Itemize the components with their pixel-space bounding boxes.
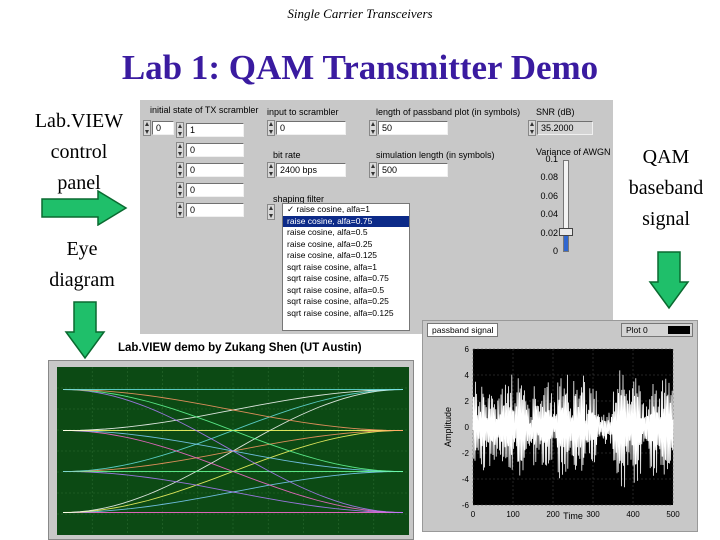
scrambler-bit-spinner[interactable] (176, 142, 184, 158)
control-panel-label: Lab.VIEW control panel (24, 106, 134, 199)
simulation-length-spinner[interactable] (369, 162, 377, 178)
shaping-filter-option[interactable]: sqrt raise cosine, alfa=1 (283, 262, 409, 274)
shaping-filter-spinner[interactable] (267, 204, 275, 220)
slide-header: Single Carrier Transceivers (287, 6, 433, 21)
plot-legend-label: Plot 0 (626, 325, 648, 335)
input-scrambler-field[interactable]: 0 (276, 121, 346, 135)
shaping-filter-option[interactable]: sqrt raise cosine, alfa=0.75 (283, 273, 409, 285)
variance-tick: 0.1 (545, 154, 558, 164)
x-tick-label: 300 (586, 510, 600, 519)
variance-tick: 0.08 (540, 172, 558, 183)
scrambler-bit-field[interactable]: 0 (186, 143, 244, 157)
input-scrambler-label: input to scrambler (267, 107, 339, 117)
eye-diagram (48, 360, 414, 540)
control-panel-label-line: control (50, 141, 108, 163)
shaping-filter-option[interactable]: raise cosine, alfa=0.25 (283, 239, 409, 251)
qam-signal-label-line: baseband (628, 177, 704, 199)
bit-rate-spinner[interactable] (267, 162, 275, 178)
passband-length-spinner[interactable] (369, 120, 377, 136)
scrambler-state-label: initial state of TX scrambler (150, 105, 259, 115)
arrow-down-icon (64, 301, 106, 360)
shaping-filter-option[interactable]: ✓ raise cosine, alfa=1 (283, 204, 409, 216)
snr-label: SNR (dB) (536, 107, 575, 117)
eye-diagram-label-line: Eye (66, 238, 98, 260)
passband-length-field[interactable]: 50 (378, 121, 448, 135)
scrambler-bit-field[interactable]: 0 (186, 183, 244, 197)
plot-legend-swatch (668, 326, 690, 334)
variance-tick: 0 (552, 246, 558, 256)
arrow-right-icon (41, 190, 128, 226)
snr-field[interactable]: 35.2000 (537, 121, 593, 135)
y-tick-label: -6 (462, 501, 470, 510)
plot-legend[interactable]: Plot 0 (621, 323, 693, 337)
variance-tick: 0.04 (540, 209, 558, 220)
bit-rate-label: bit rate (273, 150, 301, 160)
shaping-filter-option[interactable]: raise cosine, alfa=0.125 (283, 250, 409, 262)
input-scrambler-spinner[interactable] (267, 120, 275, 136)
shaping-filter-option[interactable]: sqrt raise cosine, alfa=0.125 (283, 308, 409, 320)
shaping-filter-dropdown[interactable]: ✓ raise cosine, alfa=1 raise cosine, alfa… (282, 203, 410, 331)
variance-tick: 0.02 (540, 227, 558, 238)
control-panel-label-line: Lab.VIEW (34, 110, 124, 132)
y-tick-label: 2 (465, 397, 470, 406)
passband-plot-canvas: 6 4 2 0 -2 -4 -6 0 100 200 300 400 500 Time Amplitu… (443, 345, 680, 521)
x-tick-label: 0 (471, 510, 476, 519)
variance-tick: 0.06 (540, 190, 558, 201)
shaping-filter-option[interactable]: raise cosine, alfa=0.5 (283, 227, 409, 239)
x-axis-label: Time (563, 511, 583, 521)
passband-length-label: length of passband plot (in symbols) (376, 107, 521, 117)
y-tick-label: 0 (465, 423, 470, 432)
x-tick-label: 500 (666, 510, 680, 519)
variance-slider-handle[interactable] (559, 227, 573, 236)
shaping-filter-option[interactable]: sqrt raise cosine, alfa=0.5 (283, 285, 409, 297)
scrambler-bit-spinner[interactable] (176, 162, 184, 178)
scrambler-bit-spinner[interactable] (176, 202, 184, 218)
eye-diagram-canvas (57, 367, 409, 535)
qam-signal-label-line: signal (642, 208, 690, 230)
scrambler-bit-field[interactable]: 0 (186, 203, 244, 217)
scrambler-bit-field[interactable]: 0 (186, 163, 244, 177)
labview-control-panel: initial state of TX scrambler 0 1 0 0 0 … (140, 100, 613, 334)
shaping-filter-option[interactable]: sqrt raise cosine, alfa=0.25 (283, 296, 409, 308)
y-tick-label: -4 (462, 475, 470, 484)
eye-diagram-label: Eye diagram (32, 234, 132, 296)
y-axis-label: Amplitude (443, 407, 453, 447)
scrambler-bit-spinner[interactable] (176, 182, 184, 198)
x-tick-label: 100 (506, 510, 520, 519)
y-tick-label: 4 (465, 371, 470, 380)
shaping-filter-option[interactable]: raise cosine, alfa=0.75 (283, 215, 409, 227)
scrambler-bit-spinner[interactable] (176, 122, 184, 138)
y-tick-label: -2 (462, 449, 470, 458)
passband-plot-title: passband signal (427, 323, 499, 337)
slide-title: Lab 1: QAM Transmitter Demo (121, 48, 599, 87)
x-tick-label: 400 (626, 510, 640, 519)
scrambler-index-field[interactable]: 0 (152, 121, 174, 135)
y-tick-label: 6 (465, 345, 470, 354)
scrambler-index-spinner[interactable] (143, 120, 151, 136)
demo-credit: Lab.VIEW demo by Zukang Shen (UT Austin) (118, 342, 362, 354)
snr-spinner[interactable] (528, 120, 536, 136)
simulation-length-label: simulation length (in symbols) (376, 150, 495, 160)
scrambler-bit-field[interactable]: 1 (186, 123, 244, 137)
passband-signal-panel: 6 4 2 0 -2 -4 -6 0 100 200 300 400 500 Time Amplitu… (422, 320, 698, 532)
bit-rate-field[interactable]: 2400 bps (276, 163, 346, 177)
arrow-down-icon (648, 251, 690, 310)
x-tick-label: 200 (546, 510, 560, 519)
qam-signal-label-line: QAM (642, 146, 690, 168)
y-tick-labels: 6 4 2 0 -2 -4 -6 (462, 345, 470, 510)
simulation-length-field[interactable]: 500 (378, 163, 448, 177)
qam-signal-label: QAM baseband signal (612, 142, 720, 235)
eye-diagram-label-line: diagram (49, 269, 115, 291)
